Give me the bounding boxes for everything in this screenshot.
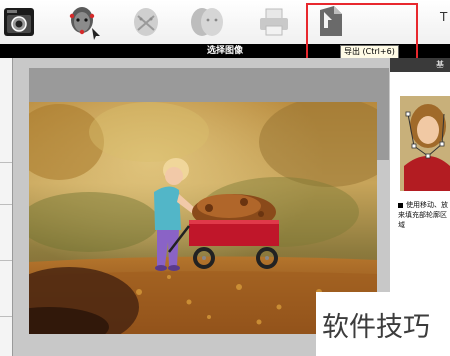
- help-text-content: 使用移动、放来填充部轮廓区域: [398, 201, 448, 229]
- camera-button[interactable]: [0, 0, 38, 44]
- watermark-graphic: 软件技巧: [322, 312, 430, 343]
- watermark-text: 软件技巧: [322, 312, 430, 343]
- portrait-thumbnail: [400, 96, 450, 191]
- tab-basic-label: 基本: [436, 60, 444, 83]
- face-mask-icon: [134, 8, 158, 36]
- printer-icon: [260, 8, 288, 36]
- watermark: 软件技巧: [316, 292, 450, 356]
- face-mask-button[interactable]: [124, 0, 168, 44]
- camera-icon: [4, 8, 34, 36]
- bullet-icon: [398, 202, 403, 208]
- face-morph-icon: [191, 8, 223, 36]
- left-panel: [0, 58, 13, 356]
- divider: [0, 204, 12, 205]
- divider: [0, 260, 12, 261]
- face-select-button[interactable]: [62, 0, 106, 44]
- toolbar-more-label: T: [440, 10, 448, 24]
- face-select-icon: [69, 7, 100, 40]
- divider: [0, 162, 12, 163]
- face-template-thumbnail[interactable]: [400, 96, 450, 191]
- print-button[interactable]: [254, 0, 294, 44]
- face-morph-button[interactable]: [183, 0, 231, 44]
- tab-basic[interactable]: 基本: [390, 58, 450, 83]
- divider: [0, 316, 12, 317]
- help-text: 使用移动、放来填充部轮廓区域: [398, 200, 448, 230]
